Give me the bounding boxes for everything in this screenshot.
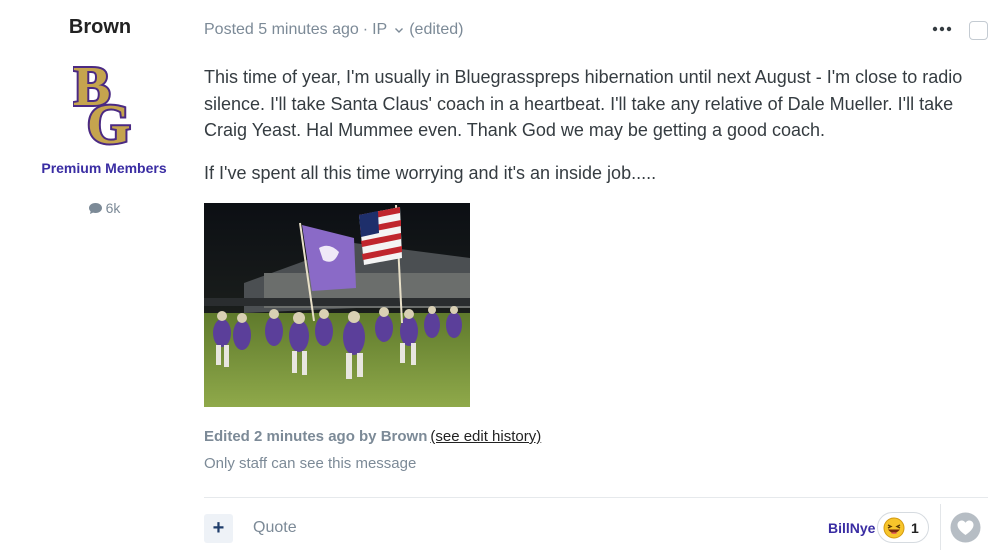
footer-divider: [204, 497, 988, 498]
member-group-label: Premium Members: [41, 160, 167, 176]
posted-time[interactable]: Posted 5 minutes ago: [204, 21, 359, 39]
author-name[interactable]: Brown: [0, 16, 200, 39]
comment-icon: [88, 203, 102, 214]
multiquote-add-button[interactable]: +: [204, 514, 233, 543]
edited-note-text: Edited 2 minutes ago by Brown: [204, 428, 428, 445]
ip-label[interactable]: IP: [372, 21, 387, 39]
reaction-count: 1: [911, 520, 919, 536]
post-photo[interactable]: [204, 203, 470, 407]
reaction-summary[interactable]: 1: [877, 512, 929, 543]
post-meta: Posted 5 minutes ago · IP (edited): [204, 21, 463, 39]
chevron-down-icon[interactable]: [393, 24, 405, 36]
svg-text:G: G: [87, 94, 131, 147]
post-count: 6k: [0, 200, 208, 216]
edit-history-link[interactable]: (see edit history): [430, 428, 541, 445]
meta-separator: ·: [362, 21, 369, 38]
reactor-name-link[interactable]: BillNye: [828, 520, 875, 536]
edited-label: (edited): [409, 21, 464, 38]
post-paragraph-2: If I've spent all this time worrying and…: [204, 163, 657, 183]
staff-only-note: Only staff can see this message: [204, 455, 417, 472]
author-avatar[interactable]: B G: [73, 57, 135, 147]
edited-note: Edited 2 minutes ago by Brown (see edit h…: [204, 428, 541, 445]
laughing-face-icon: [883, 517, 905, 539]
more-options-icon[interactable]: [929, 18, 955, 40]
heart-icon[interactable]: [950, 512, 981, 543]
post-paragraph-1: This time of year, I'm usually in Bluegr…: [204, 67, 963, 140]
footer-separator: [940, 504, 941, 550]
select-post-checkbox[interactable]: [969, 21, 988, 40]
quote-button[interactable]: Quote: [253, 519, 297, 537]
post-count-value: 6k: [105, 200, 121, 216]
